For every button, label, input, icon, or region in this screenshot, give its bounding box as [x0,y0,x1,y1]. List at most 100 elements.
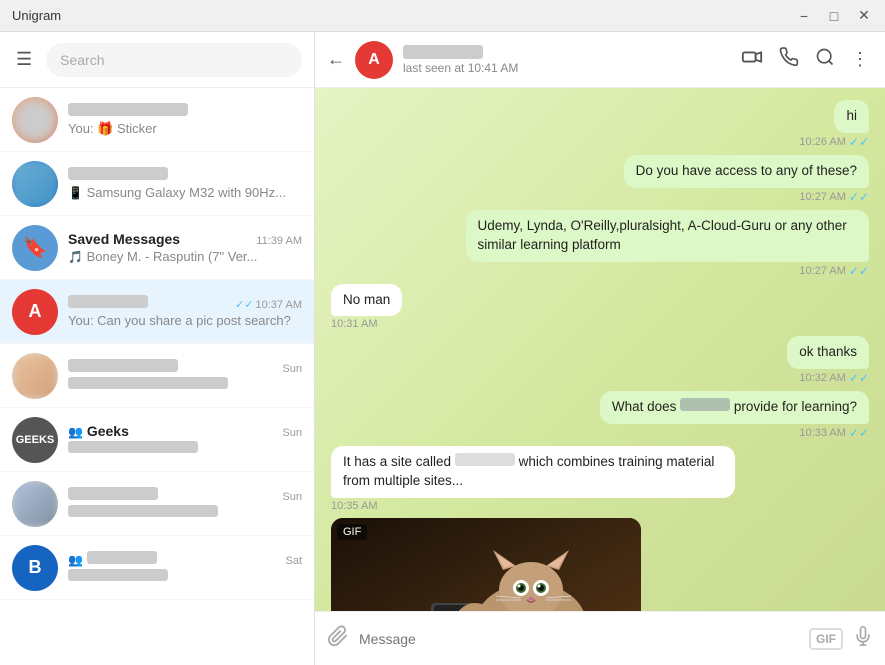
chat-time: Sun [282,363,302,375]
chat-time: Sat [285,555,302,567]
chat-preview [68,441,302,456]
search-input[interactable]: Search [46,43,302,77]
chat-info: ✓✓10:37 AM You: Can you share a pic post… [68,295,302,328]
message-item: What does provide for learning? 10:33 AM… [600,391,869,440]
avatar [12,481,58,527]
message-bubble: Udemy, Lynda, O'Reilly,pluralsight, A-Cl… [466,210,870,262]
message-input-area: GIF [315,611,885,665]
chat-header: ← A last seen at 10:41 AM ⋮ [315,32,885,88]
contact-avatar: A [355,41,393,79]
chat-preview [68,505,302,520]
chat-name: Saved Messages [68,231,180,247]
titlebar: Unigram − □ ✕ [0,0,885,32]
avatar: A [12,289,58,335]
chat-preview [68,377,302,392]
video-call-icon[interactable] [737,42,767,77]
chat-list: You: 🎁 Sticker 📱 Samsung Galaxy M32 with… [0,88,314,665]
attach-button[interactable] [327,625,349,653]
app-title: Unigram [12,8,61,23]
chat-item[interactable]: Sun [0,472,314,536]
maximize-button[interactable]: □ [821,6,847,26]
read-receipt: ✓✓ [849,371,869,385]
message-item: Do you have access to any of these? 10:2… [624,155,869,204]
message-item: hi 10:26 AM ✓✓ [799,100,869,149]
message-meta: 10:31 AM [331,318,377,330]
contact-name [403,45,727,61]
close-button[interactable]: ✕ [851,6,877,26]
gif-media: GIF [331,518,641,611]
chat-preview: You: Can you share a pic post search? [68,313,302,328]
avatar [12,353,58,399]
sidebar: ☰ Search You: 🎁 Sticker [0,32,315,665]
chat-item[interactable]: Sun [0,344,314,408]
message-meta: 10:33 AM ✓✓ [799,426,869,440]
chat-item-geeks[interactable]: GEEKS 👥 Geeks Sun [0,408,314,472]
message-bubble: It has a site called which combines trai… [331,446,735,498]
chat-area: ← A last seen at 10:41 AM ⋮ [315,32,885,665]
chat-item[interactable]: 📱 Samsung Galaxy M32 with 90Hz... [0,152,314,216]
chat-info: You: 🎁 Sticker [68,103,302,137]
message-input[interactable] [359,620,799,658]
call-icon[interactable] [775,43,803,76]
messages-list: hi 10:26 AM ✓✓ Do you have access to any… [315,88,885,611]
chat-item-b[interactable]: B 👥 Sat [0,536,314,600]
message-bubble: Do you have access to any of these? [624,155,869,188]
chat-preview [68,569,302,584]
read-receipt: ✓✓ [849,190,869,204]
chat-name [68,103,188,119]
chat-name [68,295,148,311]
message-meta: 10:27 AM ✓✓ [799,264,869,278]
back-button[interactable]: ← [327,49,345,70]
chat-name [68,167,168,183]
chat-item-active[interactable]: A ✓✓10:37 AM You: Can you share a pic po… [0,280,314,344]
chat-preview: You: 🎁 Sticker [68,121,302,137]
minimize-button[interactable]: − [791,6,817,26]
chat-info: Sun [68,487,302,520]
message-bubble: No man [331,284,402,317]
chat-name [68,487,158,503]
message-meta: 10:35 AM [331,500,377,512]
message-bubble: ok thanks [787,336,869,369]
chat-info: Sun [68,359,302,392]
avatar: 🔖 [12,225,58,271]
read-receipt: ✓✓ [849,426,869,440]
chat-time: 11:39 AM [256,235,302,247]
sidebar-header: ☰ Search [0,32,314,88]
more-options-icon[interactable]: ⋮ [847,45,873,74]
chat-time: ✓✓10:37 AM [235,298,302,311]
contact-status: last seen at 10:41 AM [403,61,727,75]
message-bubble: hi [834,100,869,133]
header-actions: ⋮ [737,42,873,77]
chat-info: 📱 Samsung Galaxy M32 with 90Hz... [68,167,302,200]
chat-item-saved[interactable]: 🔖 Saved Messages 11:39 AM 🎵 Boney M. - R… [0,216,314,280]
menu-button[interactable]: ☰ [12,45,36,74]
read-receipt: ✓✓ [849,264,869,278]
main-layout: ☰ Search You: 🎁 Sticker [0,32,885,665]
message-item: ok thanks 10:32 AM ✓✓ [787,336,869,385]
gif-label: GIF [337,524,367,540]
chat-info: 👥 Geeks Sun [68,423,302,456]
window-controls: − □ ✕ [791,6,877,26]
chat-time: Sun [282,427,302,439]
message-meta: 10:32 AM ✓✓ [799,371,869,385]
message-item: It has a site called which combines trai… [331,446,735,512]
read-receipt: ✓✓ [849,135,869,149]
message-meta: 10:26 AM ✓✓ [799,135,869,149]
chat-preview: 📱 Samsung Galaxy M32 with 90Hz... [68,185,302,200]
contact-info: last seen at 10:41 AM [403,45,727,75]
chat-name [68,359,178,375]
avatar [12,161,58,207]
chat-name: 👥 [68,551,157,567]
search-icon[interactable] [811,43,839,76]
message-meta: 10:27 AM ✓✓ [799,190,869,204]
chat-item[interactable]: You: 🎁 Sticker [0,88,314,152]
chat-preview: 🎵 Boney M. - Rasputin (7" Ver... [68,249,302,264]
chat-time: Sun [282,491,302,503]
message-item: Udemy, Lynda, O'Reilly,pluralsight, A-Cl… [466,210,870,278]
mic-button[interactable] [853,626,873,652]
message-item-gif: GIF [331,518,641,611]
gif-button[interactable]: GIF [809,628,843,650]
message-bubble: What does provide for learning? [600,391,869,424]
chat-name: 👥 Geeks [68,423,129,439]
avatar: B [12,545,58,591]
